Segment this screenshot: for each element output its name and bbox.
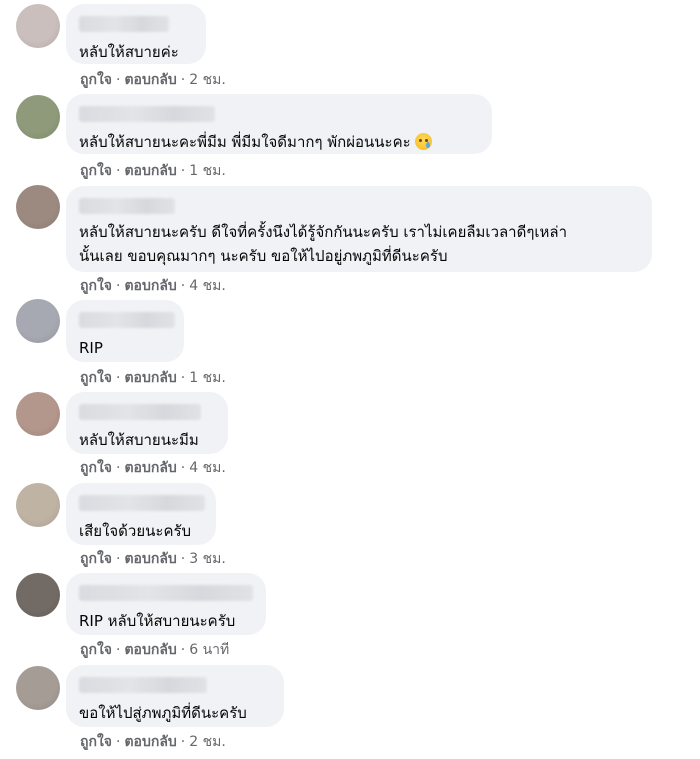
comment-timestamp[interactable]: 6 นาที [189,642,229,658]
comment-actions: ถูกใจ · ตอบกลับ · 2 ชม. [80,71,226,89]
comment-actions: ถูกใจ · ตอบกลับ · 4 ชม. [80,459,226,477]
comment-text: หลับให้สบายนะครับ ดีใจที่ครั้งนึงได้รู้จ… [79,223,568,265]
like-button[interactable]: ถูกใจ [80,163,112,179]
comment-actions: ถูกใจ · ตอบกลับ · 4 ชม. [80,277,226,295]
reply-button[interactable]: ตอบกลับ [124,72,176,88]
like-button[interactable]: ถูกใจ [80,551,112,567]
comment-bubble: หลับให้สบายนะคะพี่มีม พี่มีมใจดีมากๆ พัก… [66,94,492,154]
comment-actions: ถูกใจ · ตอบกลับ · 3 ชม. [80,550,226,568]
comment-text: RIP หลับให้สบายนะครับ [79,612,236,630]
separator-dot: · [180,551,186,567]
commenter-name-blurred[interactable] [79,495,205,511]
separator-dot: · [116,278,121,294]
like-button[interactable]: ถูกใจ [80,370,112,386]
comment-text: เสียใจด้วยนะครับ [79,522,192,540]
separator-dot: · [180,163,186,179]
avatar[interactable] [16,666,60,710]
commenter-name-blurred[interactable] [79,198,175,214]
avatar[interactable] [16,392,60,436]
reply-button[interactable]: ตอบกลับ [124,734,176,750]
separator-dot: · [116,734,121,750]
comment-bubble: RIP หลับให้สบายนะครับ [66,573,266,635]
avatar[interactable] [16,299,60,343]
commenter-name-blurred[interactable] [79,16,169,32]
comment-text: ขอให้ไปสู่ภพภูมิที่ดีนะครับ [79,704,247,722]
comment-timestamp[interactable]: 2 ชม. [189,72,226,88]
commenter-name-blurred[interactable] [79,585,253,601]
separator-dot: · [116,72,121,88]
commenter-name-blurred[interactable] [79,404,201,420]
reply-button[interactable]: ตอบกลับ [124,460,176,476]
separator-dot: · [180,278,186,294]
avatar[interactable] [16,483,60,527]
separator-dot: · [116,460,121,476]
avatar[interactable] [16,185,60,229]
comment-text: RIP [79,339,103,357]
commenter-name-blurred[interactable] [79,312,175,328]
like-button[interactable]: ถูกใจ [80,72,112,88]
comment-timestamp[interactable]: 1 ชม. [189,370,226,386]
comment-bubble: หลับให้สบายนะมีม [66,392,228,454]
commenter-name-blurred[interactable] [79,106,215,122]
comment-timestamp[interactable]: 2 ชม. [189,734,226,750]
avatar[interactable] [16,573,60,617]
reply-button[interactable]: ตอบกลับ [124,278,176,294]
like-button[interactable]: ถูกใจ [80,734,112,750]
comment-bubble: หลับให้สบายนะครับ ดีใจที่ครั้งนึงได้รู้จ… [66,186,652,272]
comment-text-content: หลับให้สบายนะคะพี่มีม พี่มีมใจดีมากๆ พัก… [79,133,411,151]
comment-bubble: RIP [66,300,184,362]
separator-dot: · [180,370,186,386]
separator-dot: · [116,642,121,658]
reply-button[interactable]: ตอบกลับ [124,642,176,658]
comment-text: หลับให้สบายนะมีม [79,431,199,449]
separator-dot: · [116,163,121,179]
separator-dot: · [180,642,186,658]
like-button[interactable]: ถูกใจ [80,278,112,294]
comment-timestamp[interactable]: 1 ชม. [189,163,226,179]
reply-button[interactable]: ตอบกลับ [124,370,176,386]
comment-bubble: ขอให้ไปสู่ภพภูมิที่ดีนะครับ [66,665,284,727]
comment-timestamp[interactable]: 4 ชม. [189,278,226,294]
reply-button[interactable]: ตอบกลับ [124,551,176,567]
comment-actions: ถูกใจ · ตอบกลับ · 1 ชม. [80,162,226,180]
comment-bubble: หลับให้สบายค่ะ [66,4,206,64]
avatar[interactable] [16,95,60,139]
avatar[interactable] [16,4,60,48]
comment-actions: ถูกใจ · ตอบกลับ · 6 นาที [80,641,229,659]
comment-bubble: เสียใจด้วยนะครับ [66,483,216,545]
comment-text: หลับให้สบายนะคะพี่มีม พี่มีมใจดีมากๆ พัก… [79,130,480,154]
separator-dot: · [180,460,186,476]
reply-button[interactable]: ตอบกลับ [124,163,176,179]
separator-dot: · [116,370,121,386]
separator-dot: · [180,734,186,750]
commenter-name-blurred[interactable] [79,677,207,693]
separator-dot: · [116,551,121,567]
comment-text: หลับให้สบายค่ะ [79,43,179,61]
like-button[interactable]: ถูกใจ [80,642,112,658]
comment-actions: ถูกใจ · ตอบกลับ · 1 ชม. [80,369,226,387]
comment-timestamp[interactable]: 4 ชม. [189,460,226,476]
comment-actions: ถูกใจ · ตอบกลับ · 2 ชม. [80,733,226,751]
like-button[interactable]: ถูกใจ [80,460,112,476]
separator-dot: · [180,72,186,88]
crying-face-icon [414,133,432,150]
comment-timestamp[interactable]: 3 ชม. [189,551,226,567]
